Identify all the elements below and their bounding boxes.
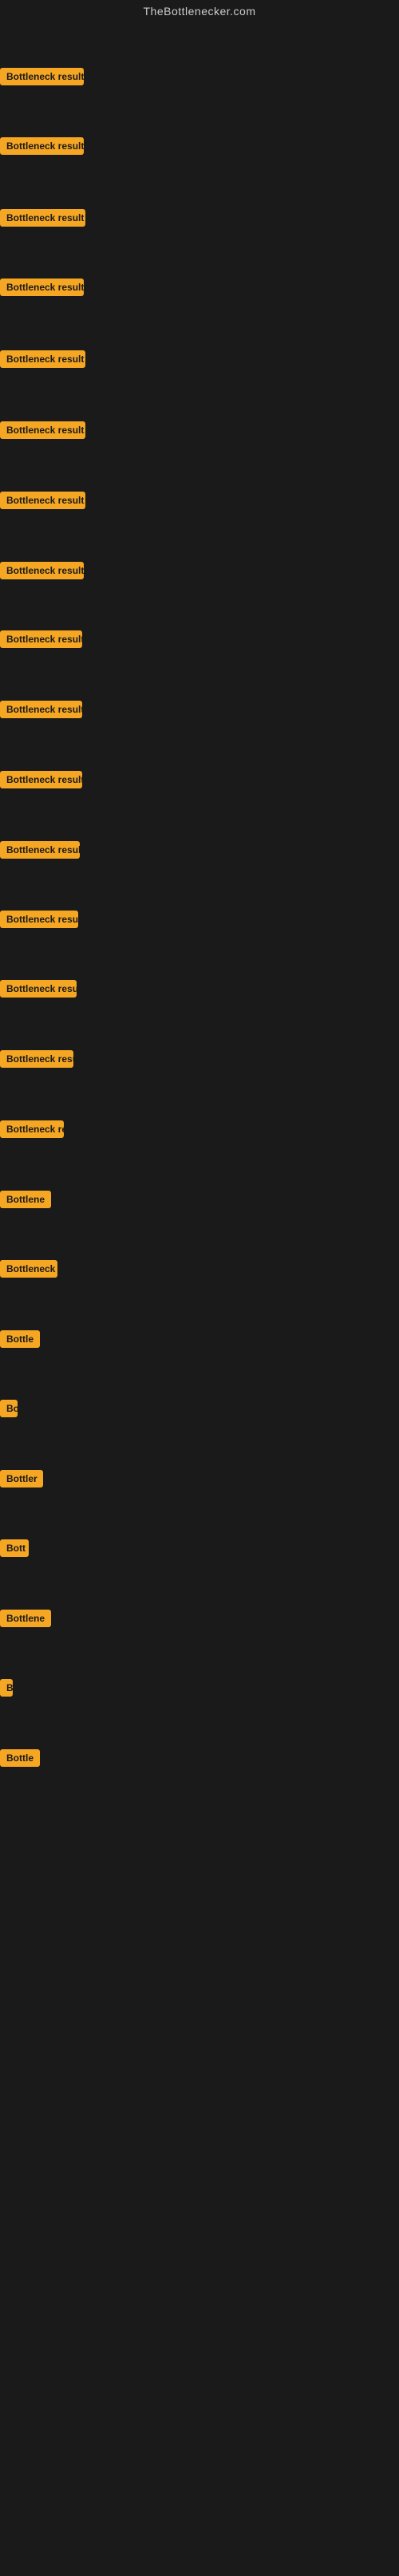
bottleneck-badge-9[interactable]: Bottleneck result — [0, 630, 82, 648]
bottleneck-badge-8[interactable]: Bottleneck result — [0, 562, 84, 579]
bottleneck-badge-container-3: Bottleneck result — [0, 209, 85, 231]
bottleneck-badge-11[interactable]: Bottleneck result — [0, 771, 82, 788]
bottleneck-badge-5[interactable]: Bottleneck result — [0, 350, 85, 368]
bottleneck-badge-17[interactable]: Bottlene — [0, 1191, 51, 1208]
bottleneck-badge-container-1: Bottleneck result — [0, 68, 84, 89]
bottleneck-badge-container-22: Bott — [0, 1539, 29, 1561]
bottleneck-badge-container-6: Bottleneck result — [0, 421, 85, 443]
bottleneck-badge-container-19: Bottle — [0, 1330, 40, 1352]
bottleneck-badge-24[interactable]: B — [0, 1679, 13, 1697]
bottleneck-badge-2[interactable]: Bottleneck result — [0, 137, 84, 155]
bottleneck-badge-container-10: Bottleneck result — [0, 701, 82, 722]
bottleneck-badge-1[interactable]: Bottleneck result — [0, 68, 84, 85]
bottleneck-badge-container-13: Bottleneck result — [0, 911, 78, 932]
bottleneck-badge-container-25: Bottle — [0, 1749, 40, 1771]
bottleneck-badge-container-15: Bottleneck result — [0, 1050, 73, 1072]
bottleneck-badge-14[interactable]: Bottleneck result — [0, 980, 77, 998]
bottleneck-badge-container-7: Bottleneck result — [0, 492, 85, 513]
bottleneck-badge-container-11: Bottleneck result — [0, 771, 82, 792]
bottleneck-badge-container-4: Bottleneck result — [0, 279, 84, 300]
bottleneck-badge-container-18: Bottleneck — [0, 1260, 57, 1282]
bottleneck-badge-container-16: Bottleneck re — [0, 1120, 64, 1142]
bottleneck-badge-18[interactable]: Bottleneck — [0, 1260, 57, 1278]
bottleneck-badge-19[interactable]: Bottle — [0, 1330, 40, 1348]
bottleneck-badge-7[interactable]: Bottleneck result — [0, 492, 85, 509]
bottleneck-badge-15[interactable]: Bottleneck result — [0, 1050, 73, 1068]
bottleneck-badge-container-14: Bottleneck result — [0, 980, 77, 1002]
bottleneck-badge-container-17: Bottlene — [0, 1191, 51, 1212]
bottleneck-badge-4[interactable]: Bottleneck result — [0, 279, 84, 296]
bottleneck-badge-16[interactable]: Bottleneck re — [0, 1120, 64, 1138]
bottleneck-badge-container-24: B — [0, 1679, 13, 1701]
bottleneck-badge-container-23: Bottlene — [0, 1610, 51, 1631]
bottleneck-badge-container-12: Bottleneck result — [0, 841, 80, 863]
bottleneck-badge-10[interactable]: Bottleneck result — [0, 701, 82, 718]
bottleneck-badge-3[interactable]: Bottleneck result — [0, 209, 85, 227]
bottleneck-badge-container-20: Bo — [0, 1400, 18, 1421]
bottleneck-badge-25[interactable]: Bottle — [0, 1749, 40, 1767]
site-title: TheBottlenecker.com — [0, 0, 399, 22]
bottleneck-badge-12[interactable]: Bottleneck result — [0, 841, 80, 859]
bottleneck-badge-6[interactable]: Bottleneck result — [0, 421, 85, 439]
bottleneck-badge-container-5: Bottleneck result — [0, 350, 85, 372]
bottleneck-badge-container-2: Bottleneck result — [0, 137, 84, 159]
bottleneck-badge-container-9: Bottleneck result — [0, 630, 82, 652]
bottleneck-badge-13[interactable]: Bottleneck result — [0, 911, 78, 928]
bottleneck-badge-22[interactable]: Bott — [0, 1539, 29, 1557]
bottleneck-badge-20[interactable]: Bo — [0, 1400, 18, 1417]
bottleneck-badge-21[interactable]: Bottler — [0, 1470, 43, 1488]
bottleneck-badge-container-8: Bottleneck result — [0, 562, 84, 583]
bottleneck-badge-23[interactable]: Bottlene — [0, 1610, 51, 1627]
bottleneck-badge-container-21: Bottler — [0, 1470, 43, 1491]
